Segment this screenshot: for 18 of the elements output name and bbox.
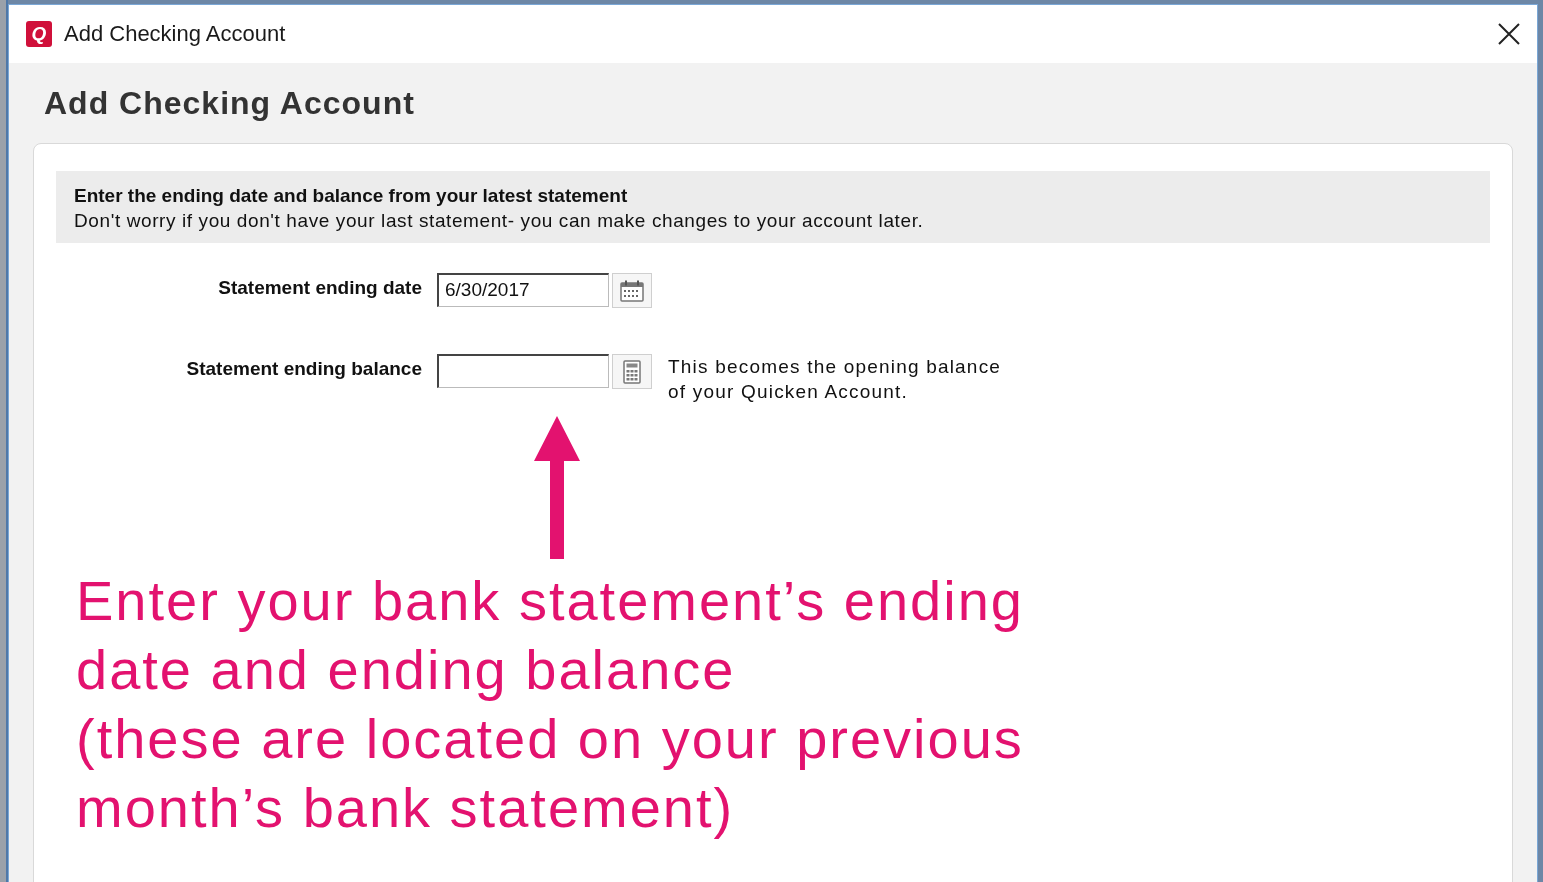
calculator-icon [623,359,641,384]
field-hint: This becomes the opening balance of your Quicken Account. [668,355,1003,404]
dialog-heading: Add Checking Account [44,84,416,123]
window-title: Add Checking Account [64,21,287,47]
field-label: Statement ending balance [185,357,422,381]
amount-field[interactable] [437,354,609,388]
annotation-text: Enter your bank statement’s ending date and ending balance [76,568,1025,703]
calendar-icon [620,279,644,302]
up-arrow-icon [534,416,580,559]
field-label: Statement ending date [217,276,422,300]
info-title: Enter the ending date and balance from your latest statement [74,184,629,208]
close-icon [1498,23,1520,45]
calendar-button[interactable] [612,273,652,308]
annotation-text: (these are located on your previous month’s bank statement) [76,706,1025,841]
date-field[interactable]: 6/30/2017 [437,273,609,307]
info-text: Don't worry if you don't have your last statement- you can make changes to your account later. [74,209,925,233]
app-logo: Q [26,21,52,47]
calculator-button[interactable] [612,354,652,389]
